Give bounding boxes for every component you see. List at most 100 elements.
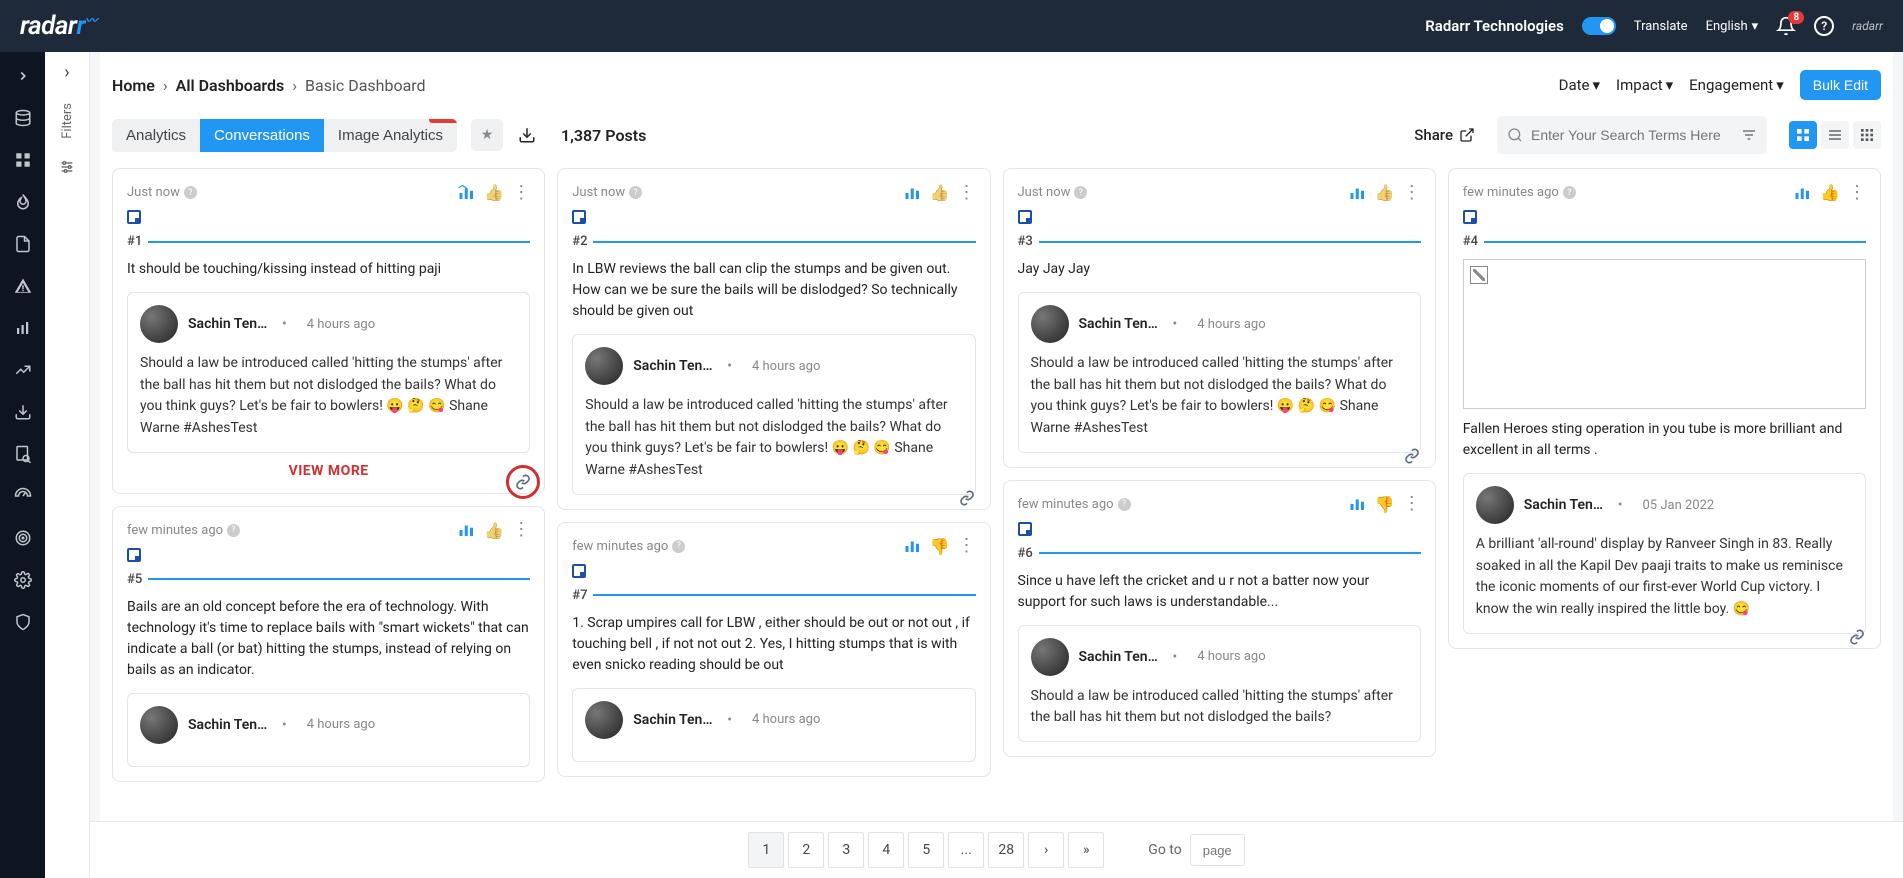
quote-author[interactable]: Sachin Tend… [633,712,713,728]
source-icon [1463,210,1477,224]
thumb-down-icon[interactable]: 👎 [930,537,950,556]
more-button[interactable]: ⋮ [512,184,530,202]
star-button[interactable]: ★ [471,119,503,151]
view-list-button[interactable] [1821,121,1849,149]
image-placeholder [1463,259,1866,409]
filters-expand-button[interactable]: › [64,62,69,83]
link-icon[interactable] [1397,441,1427,471]
link-highlighted-icon[interactable] [506,465,540,499]
view-more-button[interactable]: VIEW MORE [127,463,530,479]
tab-image-analytics[interactable]: Image Analytics [324,119,457,152]
post-count: 1,387 Posts [561,126,646,145]
tab-conversations[interactable]: Conversations [200,119,324,152]
language-select[interactable]: English ▾ [1706,19,1759,34]
link-icon[interactable] [952,483,982,513]
thumb-down-icon[interactable]: 👎 [1375,495,1395,514]
card-timestamp: few minutes ago? [572,539,685,554]
notifications-button[interactable]: 8 [1776,16,1796,36]
quote-author[interactable]: Sachin Tend… [1079,649,1159,665]
search-input[interactable] [1531,127,1741,143]
chart-icon[interactable] [13,318,33,338]
alert-icon[interactable] [13,276,33,296]
more-button[interactable]: ⋮ [958,184,976,202]
engagement-filter[interactable]: Engagement▾ [1689,76,1784,94]
gear-icon[interactable] [13,570,33,590]
top-header: radarr〰 Radarr Technologies Translate En… [0,0,1903,52]
database-icon[interactable] [13,108,33,128]
link-icon[interactable] [1842,622,1872,652]
trend-icon[interactable] [13,360,33,380]
more-button[interactable]: ⋮ [1848,184,1866,202]
page-next-button[interactable]: › [1028,832,1064,868]
more-button[interactable]: ⋮ [958,537,976,555]
bulk-edit-button[interactable]: Bulk Edit [1800,70,1881,100]
view-grid-button[interactable] [1789,121,1817,149]
conversation-card: few minutes ago? 👎 ⋮ #6 Since u have lef… [1003,480,1436,757]
quote-author[interactable]: Sachin Tend… [1079,316,1159,332]
quote-author[interactable]: Sachin Tend… [188,316,268,332]
card-stats-icon[interactable] [1349,185,1367,201]
card-timestamp: few minutes ago? [1463,185,1576,200]
flame-icon[interactable] [13,192,33,212]
quote-author[interactable]: Sachin Tend… [188,717,268,733]
thumb-icon[interactable]: 👍 [1375,183,1395,202]
gauge-icon[interactable] [13,486,33,506]
info-icon[interactable]: ? [1074,186,1087,199]
shield-icon[interactable] [13,612,33,632]
card-stats-icon[interactable] [458,522,476,538]
quote-time: 05 Jan 2022 [1642,498,1714,513]
thumb-icon[interactable]: 👍 [484,521,504,540]
search-doc-icon[interactable] [13,444,33,464]
card-stats-icon[interactable] [904,538,922,554]
card-stats-icon[interactable] [1349,496,1367,512]
quote-box: Sachin Tend… • 4 hours ago Should a law … [127,292,530,453]
info-icon[interactable]: ? [629,186,642,199]
page-button[interactable]: 1 [748,832,784,868]
document-icon[interactable] [13,234,33,254]
card-stats-icon[interactable] [458,185,476,201]
info-icon[interactable]: ? [184,186,197,199]
target-icon[interactable] [13,528,33,548]
card-body: 1. Scrap umpires call for LBW , either s… [572,613,975,676]
more-button[interactable]: ⋮ [1403,495,1421,513]
translate-label: Translate [1634,19,1688,34]
dashboard-icon[interactable] [13,150,33,170]
more-button[interactable]: ⋮ [512,521,530,539]
translate-toggle[interactable] [1582,17,1616,35]
help-button[interactable]: ? [1814,16,1834,36]
impact-filter[interactable]: Impact▾ [1616,76,1673,94]
thumb-up-icon[interactable]: 👍 [1820,183,1840,202]
date-filter[interactable]: Date▾ [1559,76,1600,94]
tab-analytics[interactable]: Analytics [112,119,200,152]
breadcrumb-home[interactable]: Home [112,76,155,95]
page-last-button[interactable]: » [1068,832,1104,868]
page-button[interactable]: 2 [788,832,824,868]
tab-group: Analytics Conversations Image Analytics … [112,119,457,152]
search-filter-icon[interactable] [1741,127,1757,143]
info-icon[interactable]: ? [227,524,240,537]
page-button[interactable]: 5 [908,832,944,868]
download-icon[interactable] [13,402,33,422]
info-icon[interactable]: ? [1118,498,1131,511]
card-stats-icon[interactable] [1794,185,1812,201]
view-compact-button[interactable] [1853,121,1881,149]
breadcrumb-all-dashboards[interactable]: All Dashboards [176,76,285,95]
card-number: #1 [127,234,142,249]
info-icon[interactable]: ? [1563,186,1576,199]
page-button[interactable]: 28 [988,832,1024,868]
filter-sliders-icon[interactable] [59,159,75,175]
download-button[interactable] [511,119,543,151]
info-icon[interactable]: ? [672,540,685,553]
source-icon [572,564,586,578]
more-button[interactable]: ⋮ [1403,184,1421,202]
page-button[interactable]: 3 [828,832,864,868]
thumb-icon[interactable]: 👍 [484,183,504,202]
chevron-right-icon[interactable] [13,66,33,86]
quote-author[interactable]: Sachin Tendu… [1524,497,1604,513]
quote-author[interactable]: Sachin Tend… [633,358,713,374]
thumb-icon[interactable]: 👍 [930,183,950,202]
share-button[interactable]: Share [1414,126,1475,144]
goto-input[interactable] [1190,834,1245,866]
card-stats-icon[interactable] [904,185,922,201]
page-button[interactable]: 4 [868,832,904,868]
